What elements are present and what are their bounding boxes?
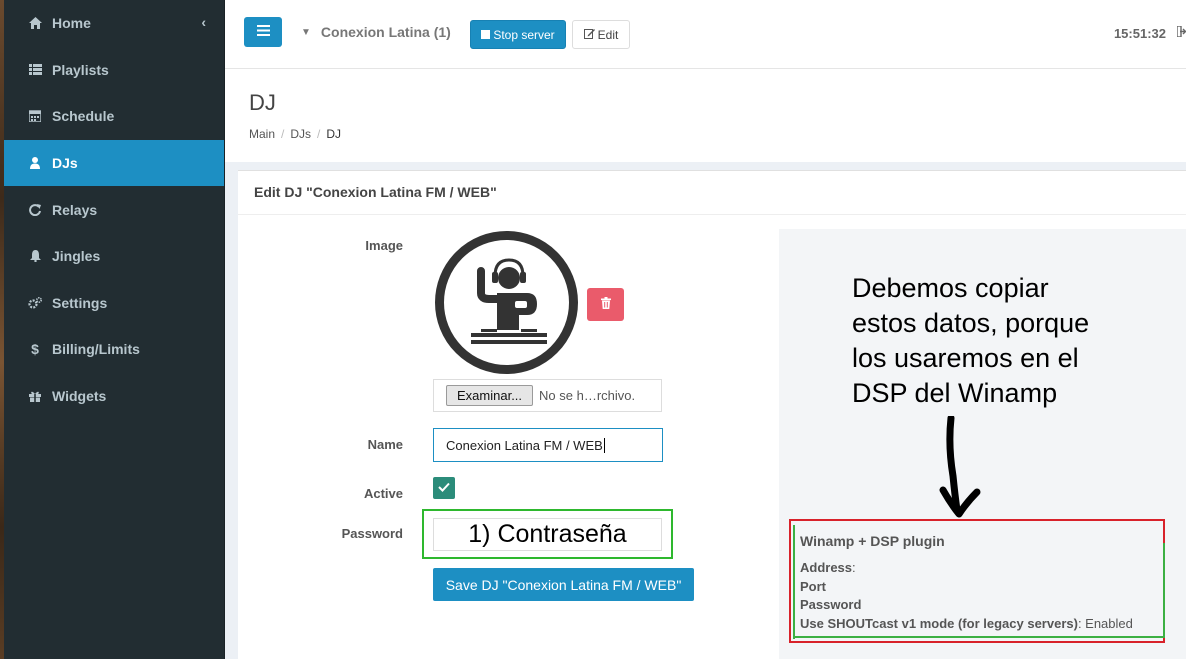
sidebar-item-jingles[interactable]: Jingles <box>4 233 224 280</box>
server-selector[interactable]: ▼ Conexion Latina (1) <box>301 24 451 40</box>
breadcrumb: Main / DJs / DJ <box>249 127 341 141</box>
sidebar-item-label: Relays <box>52 201 98 218</box>
bell-icon <box>28 250 42 263</box>
caret-down-icon: ▼ <box>301 26 311 38</box>
winamp-shoutcast-value: : Enabled <box>1077 616 1133 631</box>
arrow-down-annotation-icon <box>935 414 985 520</box>
sidebar-item-label: Jingles <box>52 248 101 265</box>
sidebar-item-playlists[interactable]: Playlists <box>4 47 224 94</box>
sidebar-item-schedule[interactable]: Schedule <box>4 93 224 140</box>
home-icon <box>28 17 42 30</box>
box-divider <box>238 214 1186 215</box>
sidebar-item-widgets[interactable]: Widgets <box>4 373 224 420</box>
winamp-port-label: Port <box>800 579 826 594</box>
hamburger-icon <box>256 23 270 41</box>
refresh-icon <box>28 203 42 216</box>
annotation-line: los usaremos en el <box>852 343 1079 373</box>
text-caret <box>603 437 605 453</box>
winamp-address-label: Address <box>800 560 853 575</box>
file-status: No se h…rchivo. <box>539 388 636 403</box>
sidebar-item-label: Schedule <box>52 108 115 125</box>
winamp-shoutcast: Use SHOUTcast v1 mode (for legacy server… <box>800 616 1133 631</box>
sidebar-item-label: Playlists <box>52 61 109 78</box>
sidebar-item-label: Settings <box>52 294 108 311</box>
annotation-line: DSP del Winamp <box>852 378 1058 408</box>
gears-icon <box>28 296 42 309</box>
winamp-address-suffix: : <box>852 560 856 575</box>
winamp-port: Port <box>800 579 826 594</box>
winamp-password: Password <box>800 597 861 612</box>
winamp-address: Address: <box>800 560 856 575</box>
name-value: Conexion Latina FM / WEB <box>446 437 603 453</box>
active-label: Active <box>363 486 403 501</box>
sidebar-item-label: Billing/Limits <box>52 341 140 358</box>
stop-server-label: Stop server <box>493 27 555 42</box>
stop-icon <box>481 30 491 39</box>
winamp-password-label: Password <box>800 597 862 612</box>
user-icon <box>28 157 42 170</box>
winamp-shoutcast-label: Use SHOUTcast v1 mode (for legacy server… <box>800 616 1078 631</box>
image-file-input[interactable]: Examinar... No se h…rchivo. <box>433 379 662 412</box>
annotation-text: Debemos copiar estos datos, porque los u… <box>852 271 1152 411</box>
page-title: DJ <box>249 90 276 115</box>
edit-server-button[interactable]: Edit <box>572 20 630 49</box>
sidebar-item-label: DJs <box>52 155 78 172</box>
annotation-line: Debemos copiar <box>852 273 1049 303</box>
breadcrumb-djs[interactable]: DJs <box>290 127 311 141</box>
stop-server-button[interactable]: Stop server <box>470 20 566 49</box>
sidebar-item-djs[interactable]: DJs <box>4 139 224 187</box>
sidebar: Home ‹ Playlists Schedule DJs Relays Jin… <box>4 0 225 659</box>
sidebar-item-home[interactable]: Home ‹ <box>4 0 224 47</box>
sidebar-item-label: Widgets <box>52 388 107 405</box>
server-clock: 15:51:32 <box>1113 26 1166 41</box>
chevron-left-icon[interactable]: ‹ <box>201 14 206 30</box>
image-label: Image <box>365 238 403 253</box>
sidebar-item-label: Home <box>52 15 91 32</box>
list-icon <box>28 64 42 76</box>
dj-avatar <box>433 229 580 376</box>
delete-image-button[interactable] <box>587 288 624 321</box>
name-label: Name <box>367 437 403 452</box>
annotation-line: estos datos, porque <box>852 308 1090 338</box>
menu-toggle-button[interactable] <box>244 17 282 47</box>
check-icon <box>438 479 450 497</box>
password-field[interactable]: 1) Contraseña <box>433 518 662 551</box>
sidebar-item-relays[interactable]: Relays <box>4 186 224 233</box>
trash-icon <box>600 296 611 314</box>
content-header: DJ Main / DJs / DJ <box>225 69 1186 162</box>
dollar-icon: $ <box>31 341 39 358</box>
box-title: Edit DJ "Conexion Latina FM / WEB" <box>254 184 497 200</box>
password-label: Password <box>341 526 403 541</box>
breadcrumb-main[interactable]: Main <box>249 127 275 141</box>
sidebar-item-settings[interactable]: Settings <box>4 280 224 327</box>
winamp-title: Winamp + DSP plugin <box>800 533 945 549</box>
top-navbar: ▼ Conexion Latina (1) Stop server Edit 1… <box>225 0 1186 69</box>
calendar-icon <box>28 110 42 123</box>
browse-button[interactable]: Examinar... <box>446 385 534 406</box>
breadcrumb-separator: / <box>317 127 321 141</box>
edit-label: Edit <box>597 27 619 42</box>
gift-icon <box>28 390 42 403</box>
edit-icon <box>583 28 595 42</box>
breadcrumb-current: DJ <box>326 127 342 141</box>
breadcrumb-separator: / <box>281 127 285 141</box>
server-name: Conexion Latina (1) <box>320 24 451 40</box>
sign-out-icon[interactable] <box>1176 25 1186 40</box>
name-field[interactable]: Conexion Latina FM / WEB <box>433 428 663 462</box>
password-value: 1) Contraseña <box>468 520 627 548</box>
sidebar-item-billing[interactable]: $ Billing/Limits <box>4 326 224 373</box>
active-checkbox[interactable] <box>433 477 455 499</box>
save-dj-button[interactable]: Save DJ "Conexion Latina FM / WEB" <box>433 568 694 601</box>
